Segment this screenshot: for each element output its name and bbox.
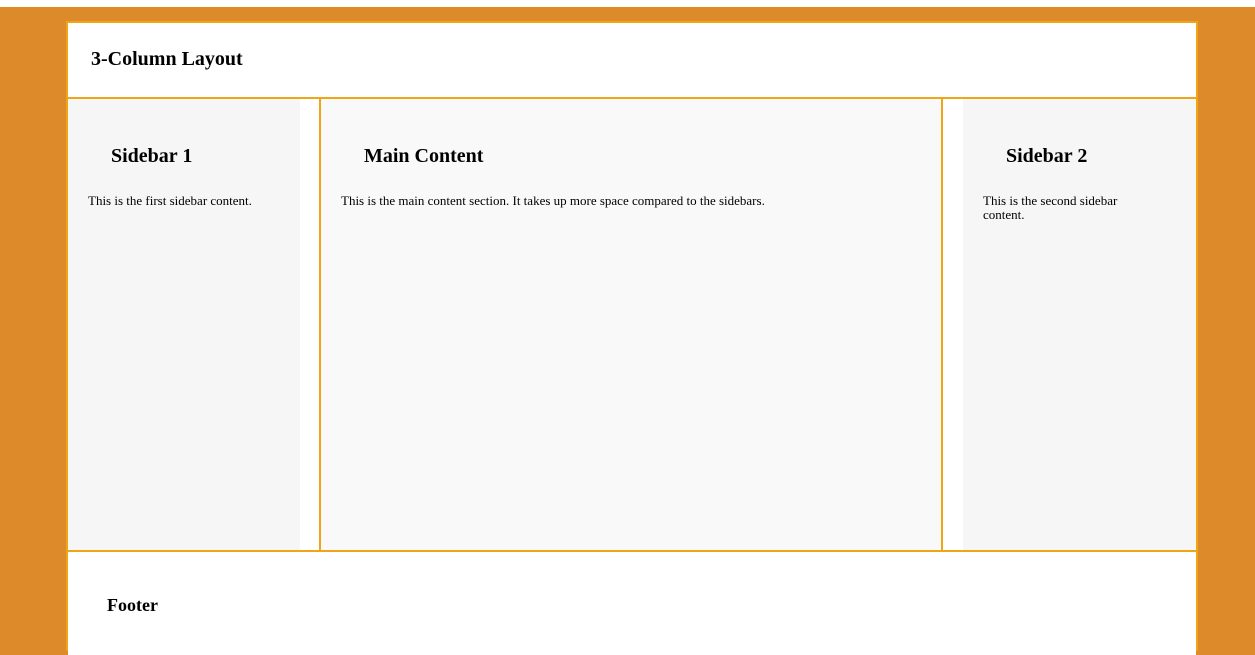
sidebar-1-title: Sidebar 1: [111, 145, 193, 167]
page-header: 3-Column Layout: [68, 23, 1196, 99]
main-content: Main Content This is the main content se…: [321, 99, 943, 550]
columns-row: Sidebar 1 This is the first sidebar cont…: [68, 99, 1196, 550]
page-footer: Footer: [68, 550, 1196, 655]
sidebar-2-title: Sidebar 2: [1006, 145, 1088, 167]
top-strip: [0, 0, 1255, 7]
footer-title: Footer: [107, 595, 158, 615]
column-divider-2: [943, 99, 963, 550]
page-title: 3-Column Layout: [91, 48, 243, 70]
column-divider-1: [300, 99, 321, 550]
sidebar-2: Sidebar 2 This is the second sidebar con…: [963, 99, 1196, 550]
sidebar-1-text: This is the first sidebar content.: [88, 193, 252, 208]
main-content-title: Main Content: [364, 145, 484, 167]
layout-container: 3-Column Layout Sidebar 1 This is the fi…: [66, 21, 1198, 655]
sidebar-2-text: This is the second sidebar content.: [983, 193, 1118, 222]
main-content-text: This is the main content section. It tak…: [341, 193, 765, 208]
sidebar-1: Sidebar 1 This is the first sidebar cont…: [68, 99, 300, 550]
